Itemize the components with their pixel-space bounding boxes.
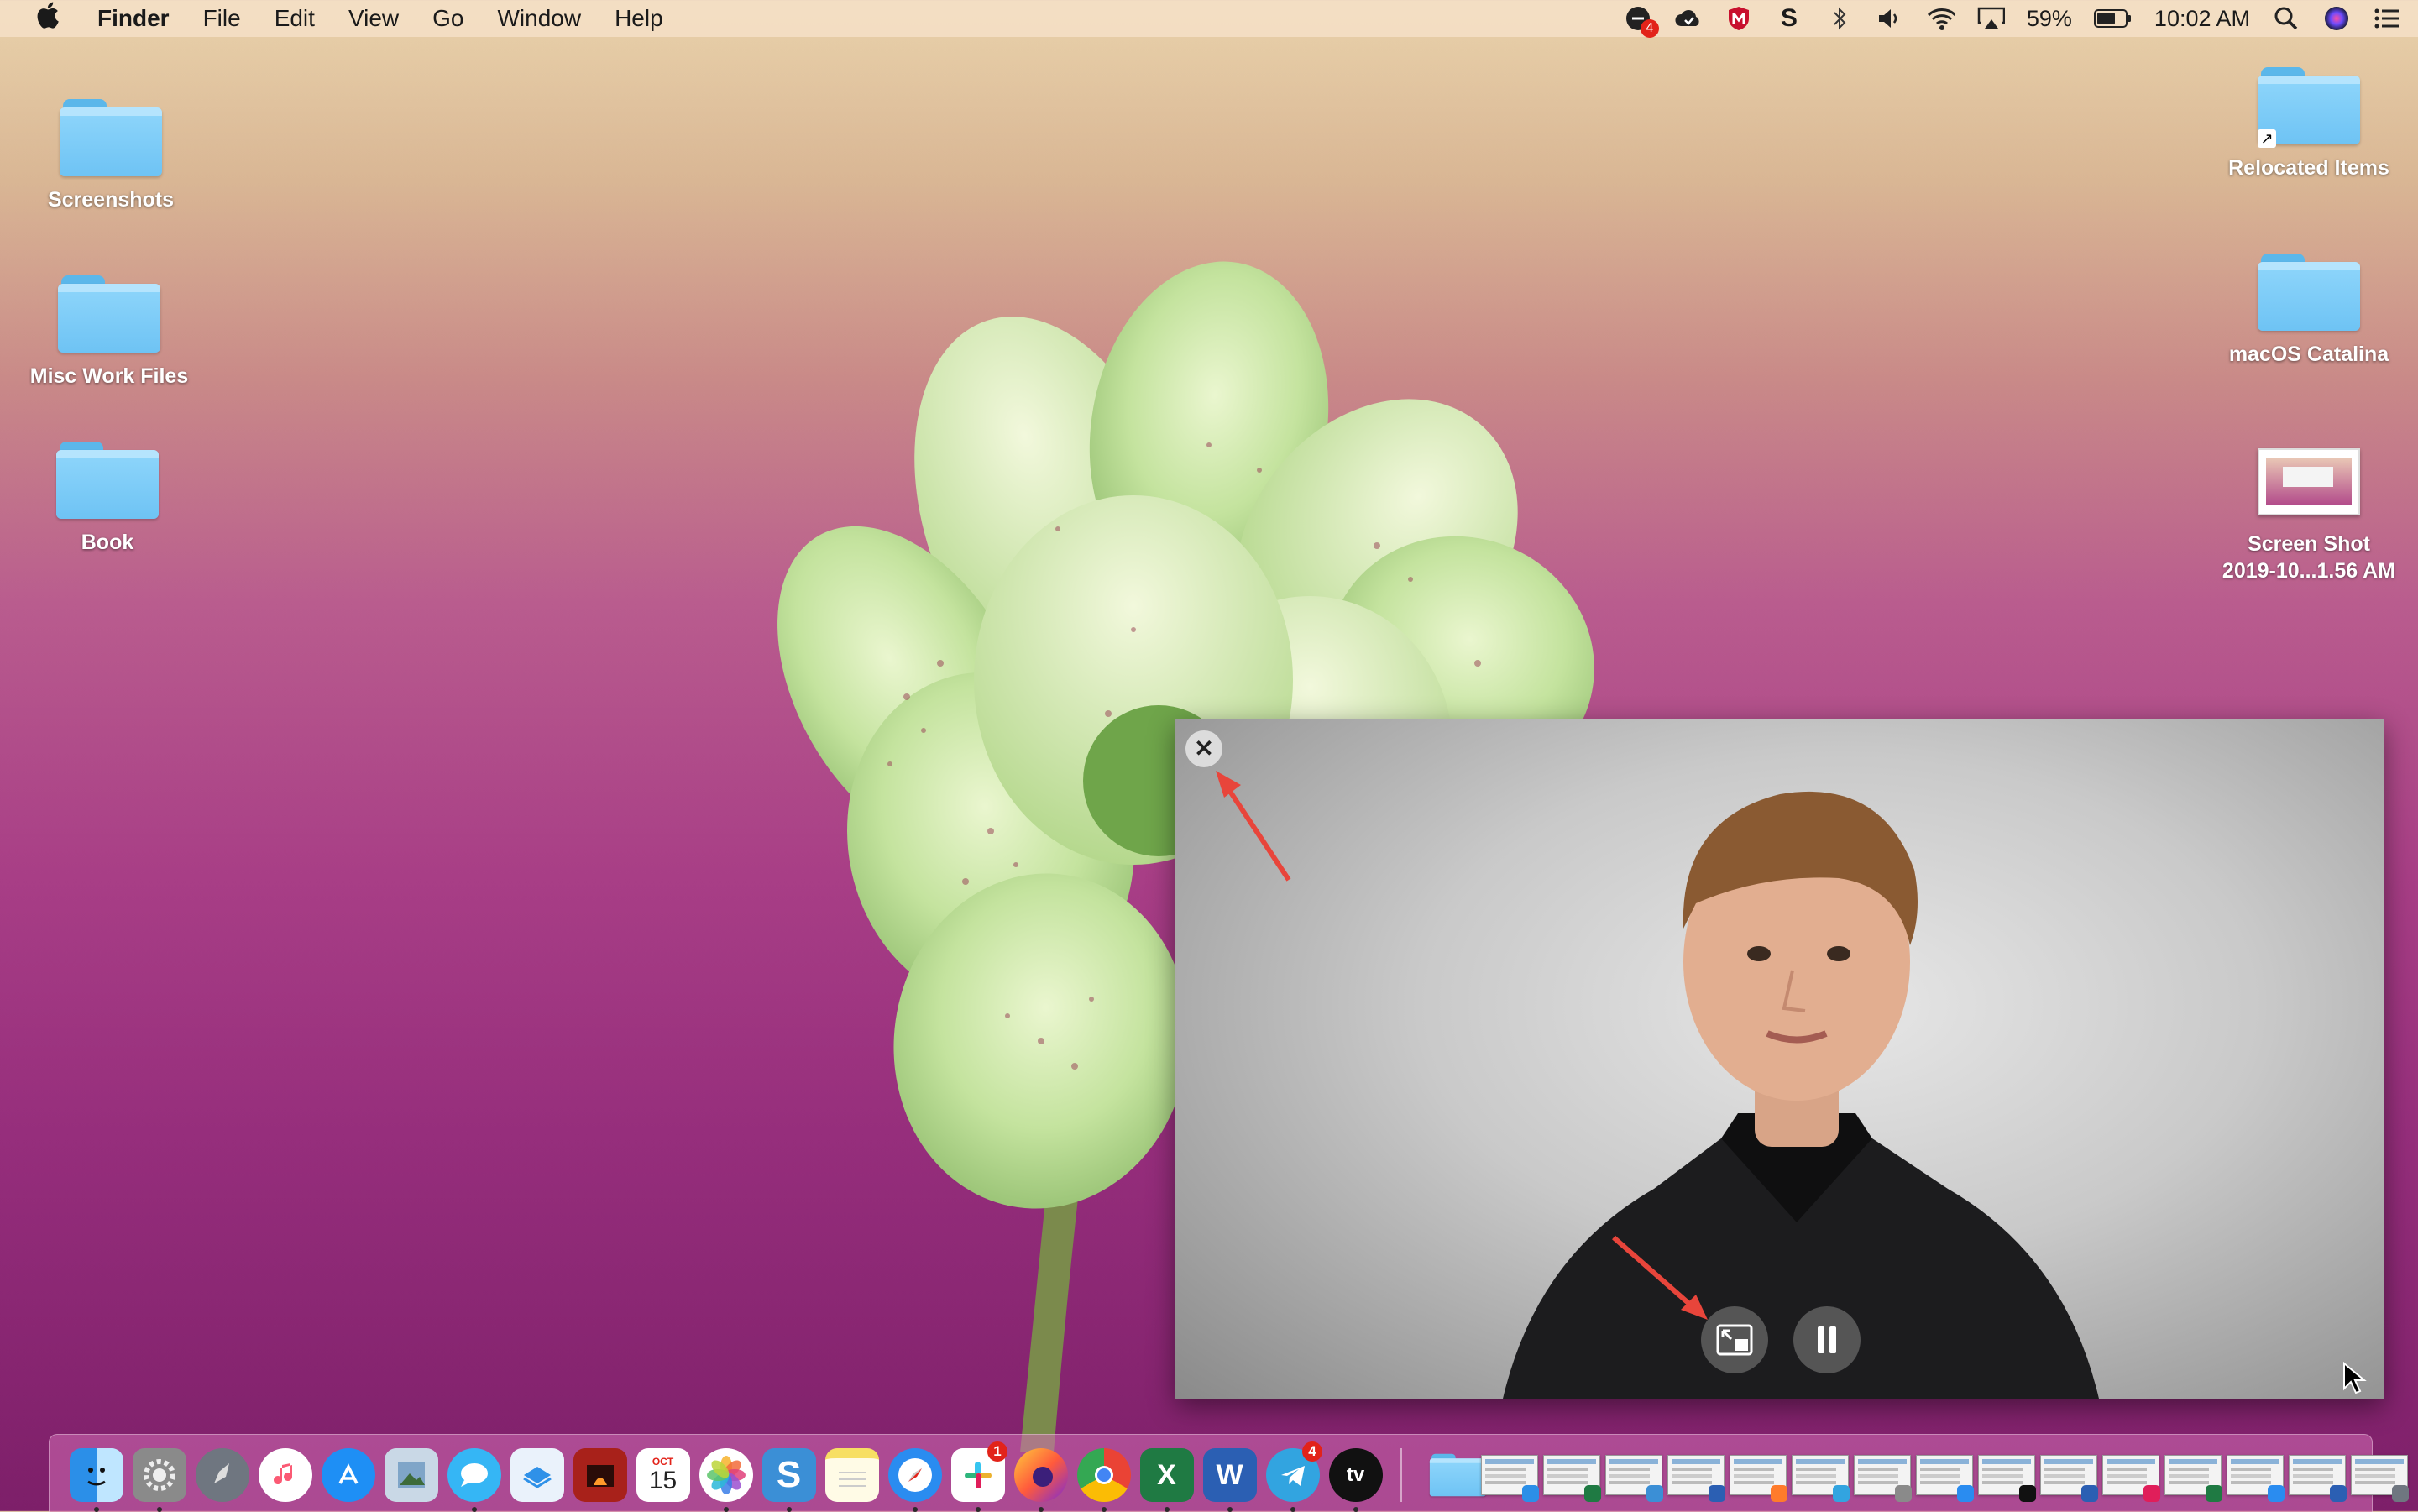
dock-app-chrome[interactable] bbox=[1072, 1443, 1135, 1507]
rocket-icon bbox=[196, 1448, 249, 1502]
word-icon: W bbox=[1203, 1448, 1257, 1502]
messages-icon bbox=[447, 1448, 501, 1502]
appletv-icon: tv bbox=[1329, 1448, 1383, 1502]
dock-trash[interactable] bbox=[2410, 1443, 2418, 1507]
calendar-month: OCT bbox=[652, 1456, 673, 1468]
applications-folder-icon bbox=[1430, 1454, 1464, 1497]
safari-icon bbox=[888, 1448, 942, 1502]
pages-icon bbox=[510, 1448, 564, 1502]
dock-minimized-window[interactable] bbox=[2162, 1443, 2224, 1507]
app-badge-icon bbox=[1895, 1485, 1912, 1502]
dock-app-excel[interactable]: X bbox=[1135, 1443, 1198, 1507]
slack-badge: 1 bbox=[987, 1441, 1008, 1462]
dock-app-firefox[interactable] bbox=[1009, 1443, 1072, 1507]
dock-applications-folder[interactable] bbox=[1416, 1443, 1479, 1507]
dock-minimized-window[interactable] bbox=[1851, 1443, 1913, 1507]
finder-icon bbox=[70, 1448, 123, 1502]
app-badge-icon bbox=[2019, 1485, 2036, 1502]
preview-icon bbox=[385, 1448, 438, 1502]
dock-minimized-window[interactable] bbox=[1727, 1443, 1789, 1507]
app-badge-icon bbox=[1833, 1485, 1850, 1502]
dock-minimized-window[interactable] bbox=[2286, 1443, 2348, 1507]
dock-app-launchpad[interactable] bbox=[191, 1443, 254, 1507]
dock-minimized-window[interactable] bbox=[1789, 1443, 1851, 1507]
annotation-arrows bbox=[0, 0, 2418, 1511]
dock-app-notes[interactable] bbox=[820, 1443, 883, 1507]
dock-app-music[interactable] bbox=[254, 1443, 317, 1507]
app-badge-icon bbox=[1957, 1485, 1974, 1502]
dock-app-slack[interactable]: 1 bbox=[946, 1443, 1009, 1507]
dock-minimized-window[interactable] bbox=[1541, 1443, 1603, 1507]
dock-minimized-window[interactable] bbox=[2348, 1443, 2410, 1507]
app-badge-icon bbox=[1709, 1485, 1725, 1502]
app-badge-icon bbox=[1646, 1485, 1663, 1502]
app-badge-icon bbox=[2206, 1485, 2222, 1502]
photobooth-icon bbox=[573, 1448, 627, 1502]
dock-app-telegram[interactable]: 4 bbox=[1261, 1443, 1324, 1507]
dock-minimized-window[interactable] bbox=[1479, 1443, 1541, 1507]
dock-app-messages[interactable] bbox=[442, 1443, 505, 1507]
dock-minimized-window[interactable] bbox=[1976, 1443, 2038, 1507]
app-badge-icon bbox=[2143, 1485, 2160, 1502]
dock-app-photos[interactable] bbox=[694, 1443, 757, 1507]
dock-minimized-window[interactable] bbox=[1665, 1443, 1727, 1507]
dock-minimized-windows bbox=[1479, 1443, 2410, 1507]
appstore-icon bbox=[322, 1448, 375, 1502]
app-badge-icon bbox=[2268, 1485, 2285, 1502]
telegram-badge: 4 bbox=[1302, 1441, 1322, 1462]
calendar-day: 15 bbox=[649, 1468, 677, 1494]
dock-minimized-window[interactable] bbox=[2224, 1443, 2286, 1507]
dock-separator bbox=[1400, 1448, 1402, 1502]
app-badge-icon bbox=[2392, 1485, 2409, 1502]
excel-icon: X bbox=[1140, 1448, 1194, 1502]
dock-app-calendar[interactable]: OCT 15 bbox=[631, 1443, 694, 1507]
firefox-icon bbox=[1014, 1448, 1068, 1502]
dock-app-app-store[interactable] bbox=[317, 1443, 379, 1507]
photos-icon bbox=[699, 1448, 753, 1502]
dock-app-safari[interactable] bbox=[883, 1443, 946, 1507]
notes-icon bbox=[825, 1448, 879, 1502]
dock-app-word[interactable]: W bbox=[1198, 1443, 1261, 1507]
tv-label: tv bbox=[1347, 1463, 1364, 1487]
app-badge-icon bbox=[1584, 1485, 1601, 1502]
app-badge-icon bbox=[2330, 1485, 2347, 1502]
s-icon: S bbox=[762, 1448, 816, 1502]
dock-app-system-preferences[interactable] bbox=[128, 1443, 191, 1507]
dock-minimized-window[interactable] bbox=[1913, 1443, 1976, 1507]
dock-app-tv[interactable]: tv bbox=[1324, 1443, 1387, 1507]
dock-minimized-window[interactable] bbox=[2038, 1443, 2100, 1507]
chrome-icon bbox=[1077, 1448, 1131, 1502]
mouse-cursor-icon bbox=[2342, 1362, 2368, 1395]
app-badge-icon bbox=[1771, 1485, 1787, 1502]
annotation-arrow-restore bbox=[1614, 1237, 1708, 1320]
calendar-icon: OCT 15 bbox=[636, 1448, 690, 1502]
gear-icon bbox=[133, 1448, 186, 1502]
dock-app-scrivener[interactable]: S bbox=[757, 1443, 820, 1507]
dock-app-preview[interactable] bbox=[379, 1443, 442, 1507]
dock: OCT 15 bbox=[49, 1434, 2373, 1512]
dock-app-pages[interactable] bbox=[505, 1443, 568, 1507]
app-badge-icon bbox=[2081, 1485, 2098, 1502]
music-icon bbox=[259, 1448, 312, 1502]
dock-app-photo-booth[interactable] bbox=[568, 1443, 631, 1507]
dock-minimized-window[interactable] bbox=[1603, 1443, 1665, 1507]
dock-minimized-window[interactable] bbox=[2100, 1443, 2162, 1507]
annotation-arrow-close bbox=[1216, 771, 1289, 880]
dock-app-finder[interactable] bbox=[65, 1443, 128, 1507]
dock-items: OCT 15 bbox=[65, 1443, 2418, 1507]
app-badge-icon bbox=[1522, 1485, 1539, 1502]
